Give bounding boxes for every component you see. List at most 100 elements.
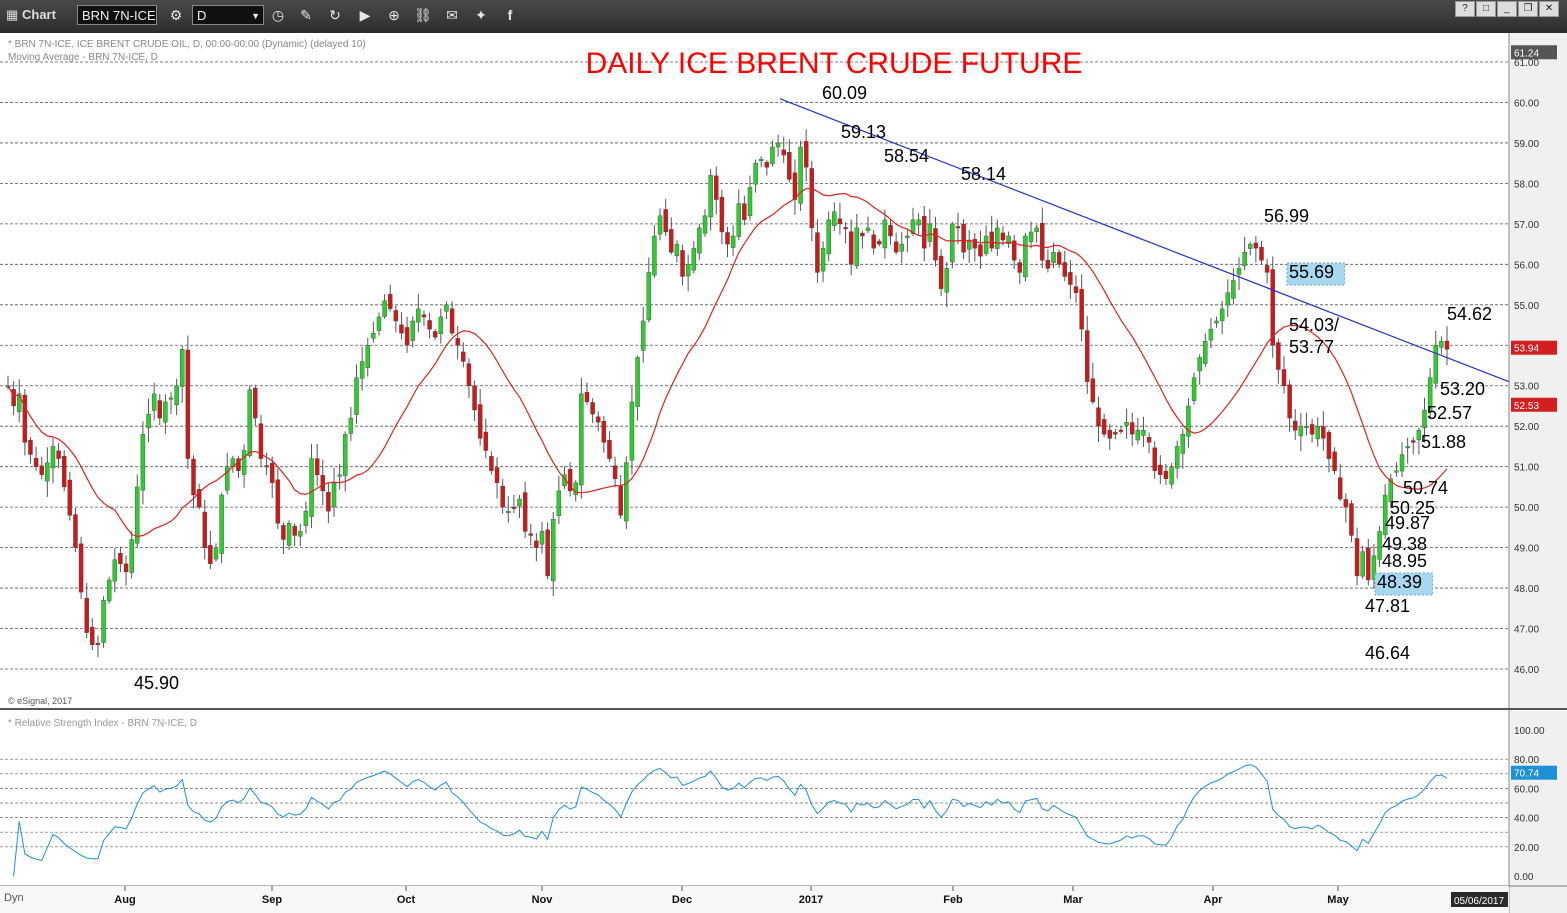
candle	[1360, 551, 1365, 577]
candle	[1107, 430, 1112, 439]
x-tick-label: Sep	[262, 894, 282, 906]
candle	[1000, 232, 1006, 241]
candle	[281, 525, 286, 540]
candle	[899, 243, 904, 252]
candle	[123, 563, 129, 573]
candle	[1180, 434, 1186, 454]
candle	[1219, 308, 1225, 322]
maximize-button[interactable]: ❐	[1518, 1, 1538, 17]
y-tick-label: 48.00	[1514, 584, 1539, 595]
pencil-icon[interactable]: ✎	[296, 5, 316, 25]
candle	[151, 393, 157, 411]
rsi-tick-label: 0.00	[1514, 872, 1534, 883]
clock-icon[interactable]: ◷	[268, 5, 288, 25]
candle	[213, 547, 219, 560]
candle	[803, 141, 809, 168]
comment-icon[interactable]: ✉	[442, 5, 462, 25]
symbol-input[interactable]: BRN 7N-ICE	[77, 5, 157, 25]
candle	[421, 314, 427, 318]
candle	[438, 316, 444, 334]
candle	[1439, 341, 1444, 348]
y-tick-label: 55.00	[1514, 301, 1539, 312]
candle	[78, 543, 84, 593]
close-button[interactable]: ✕	[1539, 1, 1559, 17]
candle	[938, 255, 944, 289]
y-tick-label: 53.00	[1514, 382, 1539, 393]
candle	[1101, 419, 1107, 435]
chevron-down-icon: ▼	[251, 11, 260, 21]
candle	[28, 439, 33, 455]
candle	[1124, 421, 1129, 426]
restore-button[interactable]: □	[1476, 1, 1496, 17]
candle	[640, 320, 646, 351]
candle	[1253, 242, 1259, 249]
candle	[961, 224, 966, 253]
help-button[interactable]: ?	[1455, 1, 1475, 17]
candle	[691, 247, 696, 271]
candle	[624, 462, 629, 522]
candle	[455, 338, 460, 346]
candle	[877, 240, 882, 245]
candle	[489, 456, 494, 471]
candle	[90, 626, 95, 645]
candle	[174, 385, 179, 406]
candle	[871, 234, 876, 249]
candle	[472, 385, 477, 411]
candle	[792, 172, 798, 200]
candle	[253, 387, 258, 419]
candle	[1281, 369, 1287, 386]
candle	[1433, 345, 1438, 384]
price-annotation: 49.87	[1385, 513, 1430, 533]
y-tick-label: 56.00	[1514, 260, 1539, 271]
gear-icon[interactable]: ⚙	[166, 5, 186, 25]
interval-select[interactable]: D ▼	[192, 5, 264, 25]
candle	[595, 416, 601, 423]
y-tick-label: 47.00	[1514, 625, 1539, 636]
refresh-icon[interactable]: ↻	[325, 5, 345, 25]
link-icon[interactable]: ⛓	[413, 5, 433, 25]
candle	[269, 463, 275, 484]
candle	[517, 498, 522, 507]
candle	[320, 475, 326, 492]
candle	[157, 400, 162, 419]
x-tick-label: May	[1327, 894, 1349, 906]
candle	[1248, 243, 1253, 249]
minimize-button[interactable]: _	[1497, 1, 1517, 17]
candle	[775, 142, 781, 148]
y-tick-label: 51.00	[1514, 463, 1539, 474]
candle	[787, 152, 792, 180]
candle	[551, 519, 556, 582]
candle	[399, 324, 404, 334]
candle	[837, 218, 843, 225]
candle	[607, 439, 612, 459]
candle	[601, 420, 607, 443]
candle	[185, 349, 191, 459]
candle	[494, 467, 500, 484]
candle	[1231, 280, 1236, 299]
chart-app-icon: ▦	[6, 7, 19, 22]
twitter-icon[interactable]: ✦	[471, 5, 491, 25]
candle	[1090, 378, 1096, 403]
candle	[410, 320, 415, 341]
x-tick-label: Dec	[672, 894, 692, 906]
candle	[388, 294, 393, 310]
candle	[45, 462, 50, 482]
zoom-icon[interactable]: ⊕	[384, 5, 404, 25]
play-icon[interactable]: ▶	[355, 5, 375, 25]
candle	[848, 231, 854, 265]
candle	[180, 349, 185, 387]
y-tick-label: 52.00	[1514, 422, 1539, 433]
candle	[826, 219, 831, 255]
candle	[1293, 420, 1298, 431]
candle	[646, 272, 652, 321]
candle	[579, 393, 584, 486]
candle	[95, 643, 101, 645]
candle	[1146, 437, 1152, 443]
facebook-icon[interactable]: f	[500, 5, 520, 25]
candle	[1129, 422, 1135, 435]
candle	[129, 539, 134, 573]
candle	[1321, 426, 1326, 439]
candle	[736, 203, 741, 237]
candle	[944, 268, 949, 293]
candle	[1056, 252, 1062, 265]
